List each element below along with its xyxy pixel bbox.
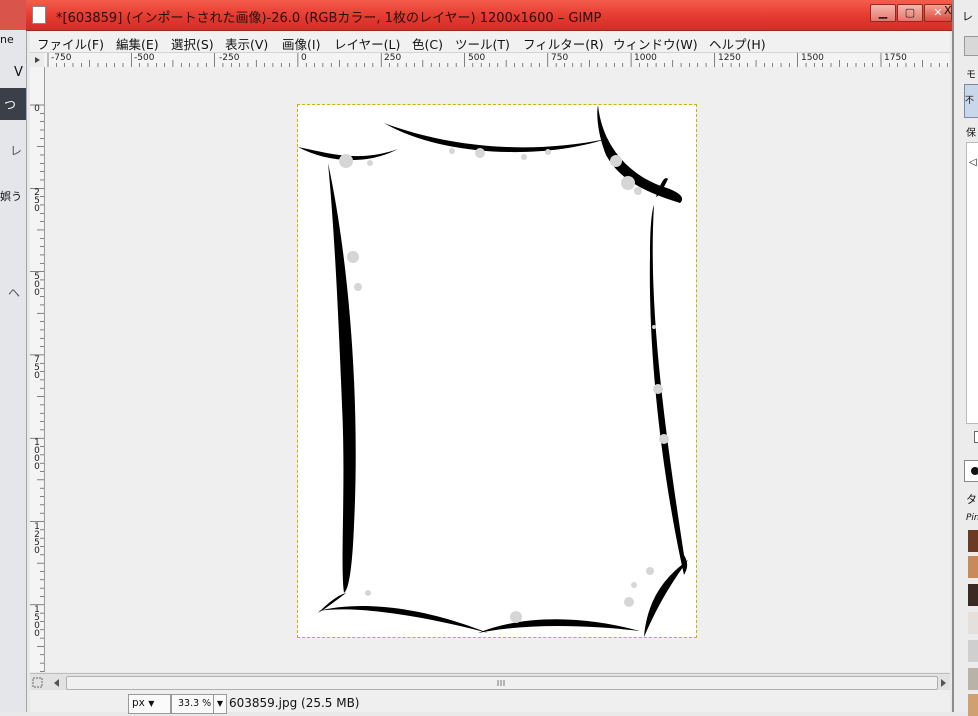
- ruler-label: 750: [551, 53, 569, 63]
- background-text: V: [14, 65, 23, 80]
- ruler-label: 1500: [801, 53, 824, 63]
- mode-selector[interactable]: 不: [964, 84, 978, 118]
- menu-filters[interactable]: フィルター(R): [523, 34, 604, 53]
- menu-edit[interactable]: 編集(E): [116, 34, 159, 53]
- ruler-label: 1500: [34, 605, 40, 639]
- chevron-left-icon: ◁: [969, 157, 977, 168]
- brush-preview[interactable]: [964, 460, 978, 482]
- dock-title: レ: [962, 10, 973, 23]
- menu-image[interactable]: 画像(I): [282, 34, 320, 53]
- background-text: レ: [10, 144, 23, 158]
- chevron-down-icon: ▼: [216, 699, 224, 708]
- brush-swatch[interactable]: [968, 584, 978, 606]
- zoom-value: 33.3 %: [178, 698, 212, 709]
- menu-colors[interactable]: 色(C): [412, 34, 443, 53]
- brush-dot-icon: [971, 467, 978, 475]
- brush-name: Pin: [966, 513, 978, 523]
- chevron-down-icon: ▼: [148, 699, 155, 708]
- layer-checkbox[interactable]: [974, 431, 978, 443]
- status-bar: px ▼ 33.3 % ▼ 603859.jpg (25.5 MB): [30, 690, 950, 714]
- dock-close-button[interactable]: X: [944, 4, 952, 17]
- ruler-label: 1250: [34, 522, 40, 556]
- brush-swatch[interactable]: [968, 530, 978, 552]
- menu-help[interactable]: ヘルプ(H): [709, 34, 766, 53]
- window-title: *[603859] (インポートされた画像)-26.0 (RGBカラー, 1枚の…: [56, 11, 602, 26]
- frame-artwork: [298, 105, 688, 637]
- brush-swatch[interactable]: [968, 640, 978, 662]
- ruler-label: 500: [34, 272, 40, 298]
- ruler-label: 1250: [718, 53, 741, 63]
- ruler-label: 1000: [634, 53, 657, 63]
- ruler-label: 500: [468, 53, 486, 63]
- unit-value: px: [132, 697, 145, 709]
- navigate-corner-button[interactable]: [30, 53, 45, 68]
- file-info: 603859.jpg (25.5 MB): [229, 696, 360, 710]
- grip-icon: [497, 680, 505, 686]
- menu-windows[interactable]: ウィンドウ(W): [613, 34, 698, 53]
- scrollbar-thumb[interactable]: [66, 676, 938, 690]
- brush-swatch[interactable]: [968, 556, 978, 578]
- menu-tools[interactable]: ツール(T): [455, 34, 510, 53]
- minimize-button[interactable]: ▁: [870, 4, 896, 22]
- menu-select[interactable]: 選択(S): [171, 34, 214, 53]
- horizontal-ruler[interactable]: -750 -500 -250 0 250 500 750 1000 1250 1…: [44, 53, 950, 68]
- background-text: ヘ: [8, 286, 21, 300]
- ruler-label: -250: [219, 53, 240, 63]
- ruler-label: 0: [301, 53, 307, 63]
- tag-label: タ: [966, 493, 977, 506]
- mode-label: モ: [966, 70, 976, 81]
- ruler-label: -750: [51, 53, 72, 63]
- ruler-label: 250: [34, 188, 40, 214]
- ruler-label: -500: [134, 53, 155, 63]
- scroll-left-icon[interactable]: [52, 677, 62, 689]
- image-canvas[interactable]: [45, 67, 950, 672]
- maximize-button[interactable]: ▢: [897, 4, 923, 22]
- vertical-ruler[interactable]: 0 250 500 750 1000 1250 1500: [30, 67, 45, 672]
- ruler-label: 750: [34, 355, 40, 381]
- lock-label: 保: [966, 128, 976, 139]
- layers-list[interactable]: ◁: [966, 142, 978, 424]
- background-text: ne: [0, 33, 14, 46]
- scroll-right-icon[interactable]: [938, 677, 948, 689]
- menu-layer[interactable]: レイヤー(L): [334, 34, 400, 53]
- menu-file[interactable]: ファイル(F): [37, 34, 104, 53]
- background-title-strip: [0, 0, 26, 30]
- image-layer[interactable]: [297, 104, 697, 638]
- menu-view[interactable]: 表示(V): [225, 34, 268, 53]
- menu-bar: ファイル(F) 編集(E) 選択(S) 表示(V) 画像(I) レイヤー(L) …: [30, 31, 950, 53]
- document-icon: [32, 6, 46, 24]
- brush-swatch[interactable]: [968, 612, 978, 634]
- layer-thumbnail[interactable]: [964, 36, 978, 56]
- ruler-label: 0: [34, 104, 40, 114]
- quick-mask-icon[interactable]: [32, 677, 44, 689]
- arrow-icon: [35, 57, 40, 63]
- ruler-label: 250: [384, 53, 402, 63]
- brush-swatch[interactable]: [968, 668, 978, 690]
- background-text: 娯う: [0, 190, 22, 203]
- ruler-label: 1750: [884, 53, 907, 63]
- brush-swatch[interactable]: [968, 694, 978, 716]
- ruler-label: 1000: [34, 438, 40, 472]
- background-text: つ: [4, 98, 17, 112]
- background-window: ne V つ レ 娯う ヘ: [0, 0, 27, 712]
- layers-dock: レ X モ 不 保 ◁ タ Pin: [944, 0, 978, 716]
- horizontal-scrollbar[interactable]: [30, 673, 950, 691]
- zoom-dropdown-button[interactable]: ▼: [213, 694, 227, 714]
- unit-selector[interactable]: px ▼: [128, 694, 171, 714]
